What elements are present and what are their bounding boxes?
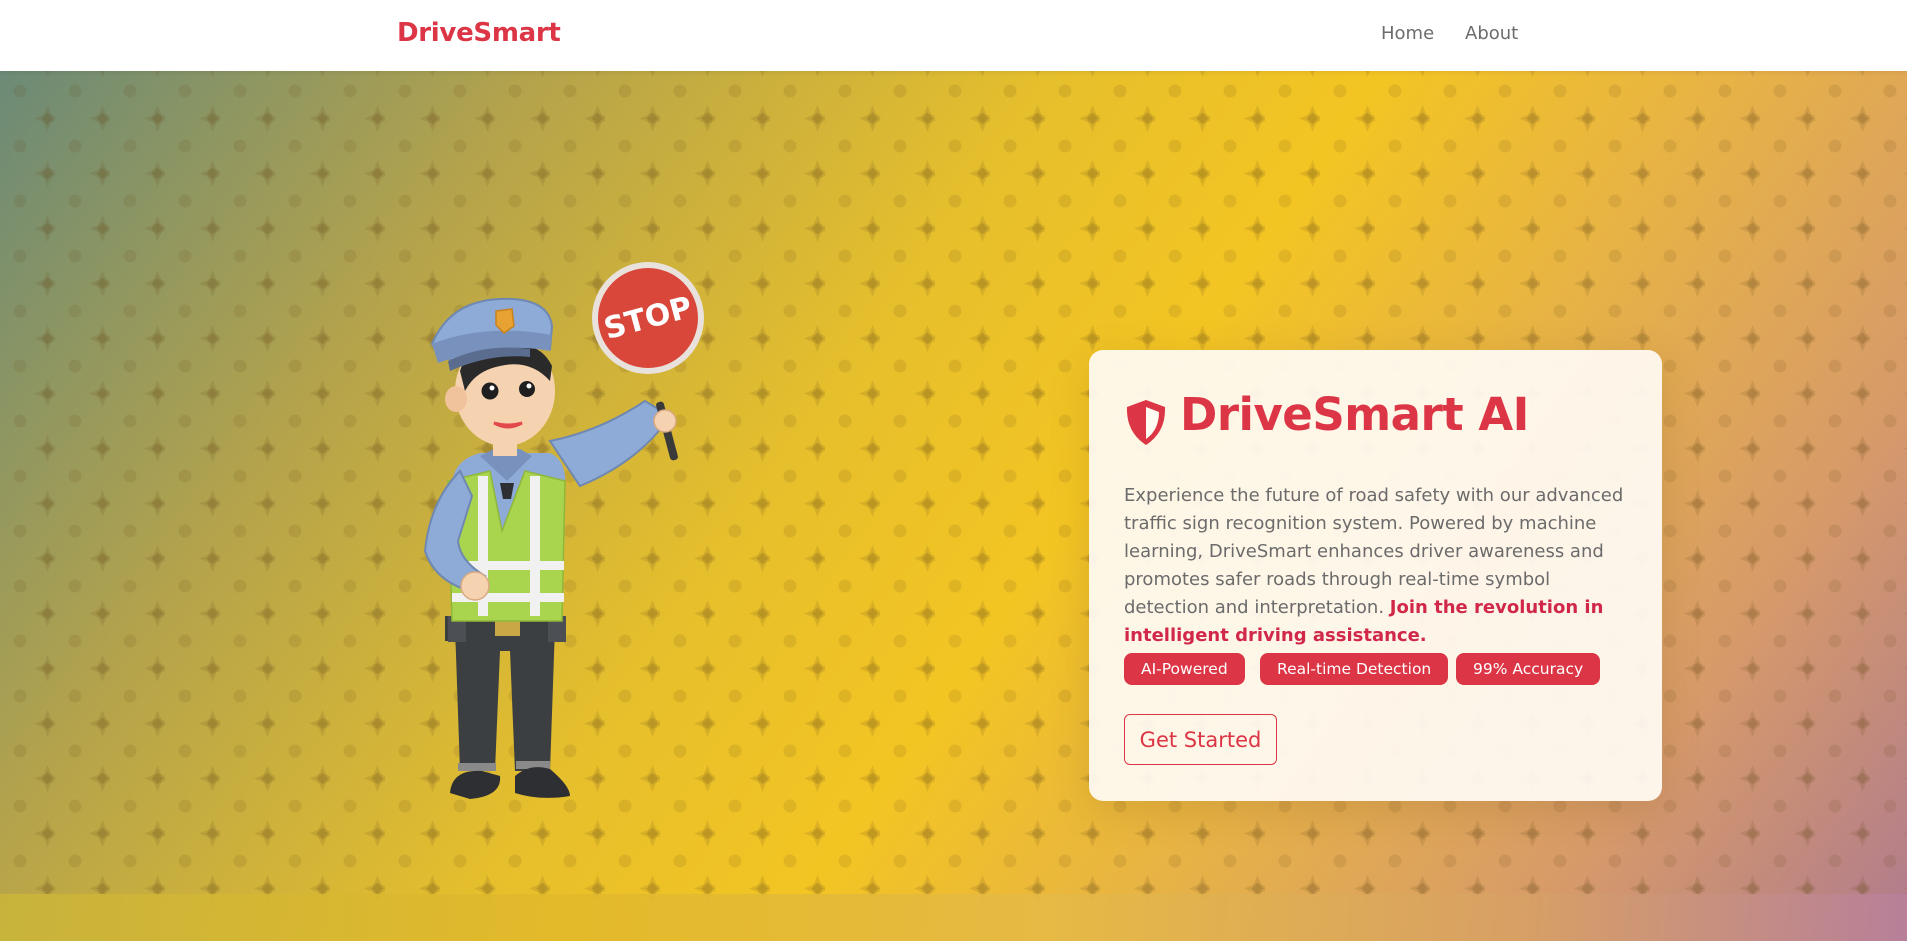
shield-icon — [1126, 400, 1166, 445]
traffic-officer-illustration: STOP — [423, 262, 704, 799]
hero-bottom-band — [0, 894, 1907, 941]
badge-ai-powered: AI-Powered — [1124, 653, 1245, 685]
hero-card: DriveSmart AI Experience the future of r… — [1089, 350, 1662, 801]
card-description: Experience the future of road safety wit… — [1124, 482, 1634, 650]
brand-logo[interactable]: DriveSmart — [397, 18, 561, 48]
navbar: DriveSmart Home About — [0, 0, 1907, 71]
card-title: DriveSmart AI — [1180, 388, 1529, 441]
hero-section: STOP DriveSmart AI Experience the future… — [0, 71, 1907, 941]
badge-accuracy: 99% Accuracy — [1456, 653, 1601, 685]
nav-link-about[interactable]: About — [1465, 23, 1518, 44]
badge-real-time-detection: Real-time Detection — [1260, 653, 1449, 685]
get-started-button[interactable]: Get Started — [1124, 714, 1277, 765]
nav-link-home[interactable]: Home — [1381, 23, 1434, 44]
